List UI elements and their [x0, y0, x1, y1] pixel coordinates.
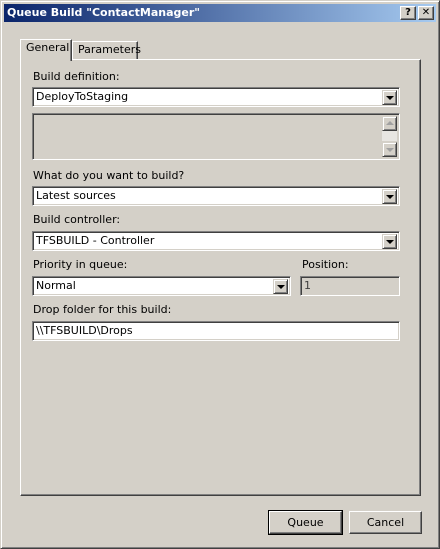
position-value: 1 — [304, 279, 311, 292]
chevron-down-icon[interactable] — [273, 279, 288, 294]
help-icon: ? — [405, 7, 411, 18]
what-to-build-value: Latest sources — [36, 189, 116, 202]
what-to-build-select[interactable]: Latest sources — [32, 186, 400, 206]
scroll-down-icon[interactable] — [382, 142, 397, 157]
chevron-down-icon[interactable] — [382, 234, 397, 249]
priority-select[interactable]: Normal — [32, 276, 291, 296]
chevron-down-icon[interactable] — [382, 189, 397, 204]
chevron-down-icon[interactable] — [382, 90, 397, 105]
queue-button-label: Queue — [287, 516, 324, 529]
drop-folder-label: Drop folder for this build: — [33, 303, 172, 316]
tab-general[interactable]: General — [20, 39, 72, 61]
queue-button[interactable]: Queue — [268, 510, 343, 535]
tab-parameters[interactable]: Parameters — [72, 41, 141, 59]
tab-general-label: General — [26, 41, 70, 54]
position-field: 1 — [300, 276, 400, 296]
build-definition-label: Build definition: — [33, 70, 120, 83]
drop-folder-input[interactable]: \\TFSBUILD\Drops — [32, 321, 400, 341]
priority-label: Priority in queue: — [33, 258, 128, 271]
help-button[interactable]: ? — [400, 6, 416, 20]
general-tab-panel: Build definition: DeployToStaging What d… — [20, 59, 421, 496]
close-icon: ✕ — [421, 7, 431, 18]
drop-folder-value: \\TFSBUILD\Drops — [36, 324, 133, 337]
cancel-button[interactable]: Cancel — [349, 511, 422, 534]
cancel-button-label: Cancel — [366, 516, 405, 529]
build-controller-label: Build controller: — [33, 213, 121, 226]
build-definition-value: DeployToStaging — [36, 90, 129, 103]
title-bar[interactable]: Queue Build "ContactManager" ? ✕ — [4, 4, 436, 22]
close-button[interactable]: ✕ — [418, 6, 434, 20]
scrollbar-track[interactable] — [382, 131, 397, 141]
queue-build-dialog: Queue Build "ContactManager" ? ✕ General… — [0, 0, 440, 549]
priority-value: Normal — [36, 279, 76, 292]
build-controller-select[interactable]: TFSBUILD - Controller — [32, 231, 400, 251]
build-definition-description — [32, 113, 400, 160]
build-controller-value: TFSBUILD - Controller — [36, 234, 155, 247]
window-title: Queue Build "ContactManager" — [7, 6, 200, 19]
what-to-build-label: What do you want to build? — [33, 169, 185, 182]
scroll-up-icon[interactable] — [382, 116, 397, 131]
tab-parameters-label: Parameters — [78, 43, 141, 56]
build-definition-select[interactable]: DeployToStaging — [32, 87, 400, 107]
position-label: Position: — [302, 258, 349, 271]
